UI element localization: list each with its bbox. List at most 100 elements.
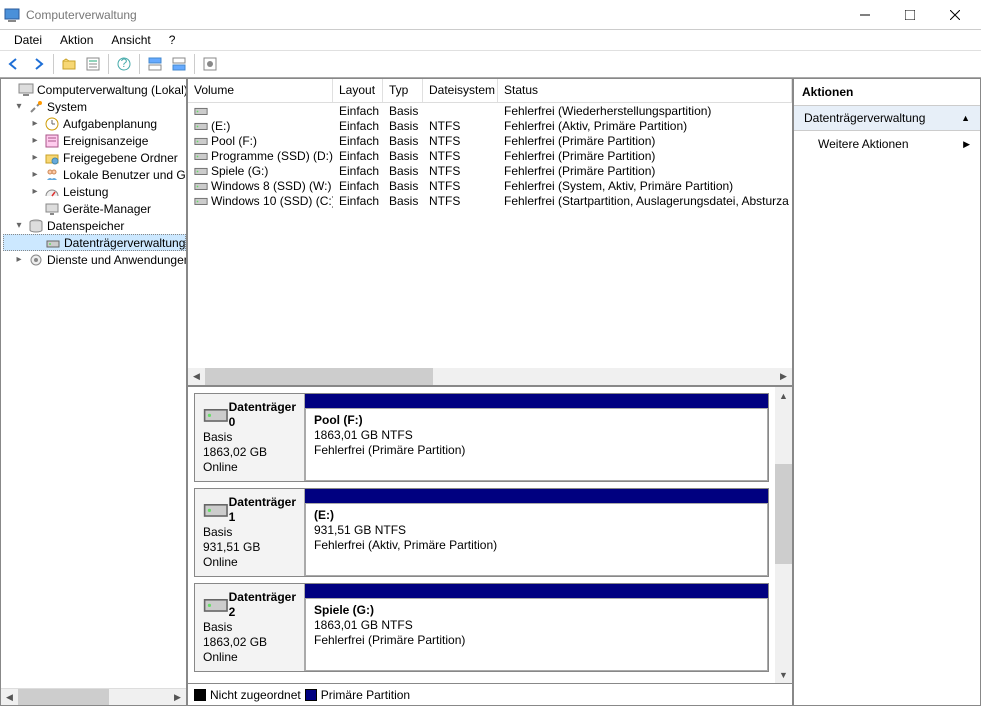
actions-header: Aktionen — [794, 79, 980, 106]
disk-info: Datenträger 0Basis1863,02 GBOnline — [195, 394, 305, 481]
tree-root[interactable]: Computerverwaltung (Lokal) — [3, 81, 186, 98]
partition-block[interactable]: Spiele (G:)1863,01 GB NTFSFehlerfrei (Pr… — [305, 584, 768, 671]
tree-datenspeicher[interactable]: ▾ Datenspeicher — [3, 217, 186, 234]
collapse-icon[interactable]: ▾ — [13, 220, 25, 232]
status-cell: Fehlerfrei (System, Aktiv, Primäre Parti… — [498, 179, 792, 193]
menu-ansicht[interactable]: Ansicht — [103, 31, 158, 49]
disk-info: Datenträger 1Basis931,51 GBOnline — [195, 489, 305, 576]
scroll-right-icon[interactable]: ▶ — [775, 368, 792, 385]
settings-button[interactable] — [198, 52, 222, 76]
center-panel: Volume Layout Typ Dateisystem Status Ein… — [187, 78, 793, 706]
tree-aufgabenplanung[interactable]: ▸ Aufgabenplanung — [3, 115, 186, 132]
partition-block[interactable]: Pool (F:)1863,01 GB NTFSFehlerfrei (Prim… — [305, 394, 768, 481]
col-layout[interactable]: Layout — [333, 79, 383, 102]
users-icon — [44, 167, 60, 183]
diskmap-vertical-scrollbar[interactable]: ▲ ▼ — [775, 387, 792, 683]
actions-more[interactable]: Weitere Aktionen ▶ — [794, 131, 980, 157]
disk-block[interactable]: Datenträger 2Basis1863,02 GBOnlineSpiele… — [194, 583, 769, 672]
properties-button[interactable] — [81, 52, 105, 76]
disk-map[interactable]: Datenträger 0Basis1863,02 GBOnlinePool (… — [188, 387, 775, 683]
col-status[interactable]: Status — [498, 79, 792, 102]
forward-button[interactable] — [26, 52, 50, 76]
tree-geraete[interactable]: Geräte-Manager — [3, 200, 186, 217]
collapse-icon[interactable]: ▲ — [961, 113, 970, 123]
scroll-thumb[interactable] — [205, 368, 433, 385]
volume-row[interactable]: Windows 8 (SSD) (W:)EinfachBasisNTFSFehl… — [188, 178, 792, 193]
disk-block[interactable]: Datenträger 1Basis931,51 GBOnline (E:)93… — [194, 488, 769, 577]
close-button[interactable] — [932, 0, 977, 30]
tree-dienste[interactable]: ▸ Dienste und Anwendungen — [3, 251, 186, 268]
scroll-thumb[interactable] — [775, 464, 792, 564]
expand-icon[interactable]: ▸ — [29, 186, 41, 198]
col-fs[interactable]: Dateisystem — [423, 79, 498, 102]
col-typ[interactable]: Typ — [383, 79, 423, 102]
expand-icon[interactable]: ▸ — [13, 254, 25, 266]
partition-header — [305, 394, 768, 408]
actions-section[interactable]: Datenträgerverwaltung ▲ — [794, 106, 980, 131]
partition-block[interactable]: (E:)931,51 GB NTFSFehlerfrei (Aktiv, Pri… — [305, 489, 768, 576]
tree-datentraegerverwaltung[interactable]: Datenträgerverwaltung — [3, 234, 186, 251]
submenu-icon: ▶ — [963, 139, 970, 150]
tree-ereignisanzeige[interactable]: ▸ Ereignisanzeige — [3, 132, 186, 149]
volume-row[interactable]: Programme (SSD) (D:)EinfachBasisNTFSFehl… — [188, 148, 792, 163]
minimize-button[interactable] — [842, 0, 887, 30]
layout-cell: Einfach — [333, 119, 383, 133]
volume-horizontal-scrollbar[interactable]: ◀ ▶ — [188, 368, 792, 385]
tree-leistung[interactable]: ▸ Leistung — [3, 183, 186, 200]
status-cell: Fehlerfrei (Startpartition, Auslagerungs… — [498, 194, 792, 208]
volume-row[interactable]: Pool (F:)EinfachBasisNTFSFehlerfrei (Pri… — [188, 133, 792, 148]
services-icon — [28, 252, 44, 268]
status-cell: Fehlerfrei (Wiederherstellungspartition) — [498, 104, 792, 118]
expand-icon[interactable]: ▸ — [29, 118, 41, 130]
col-volume[interactable]: Volume — [188, 79, 333, 102]
scroll-down-icon[interactable]: ▼ — [775, 666, 792, 683]
volume-row[interactable]: Spiele (G:)EinfachBasisNTFSFehlerfrei (P… — [188, 163, 792, 178]
volume-cell: Spiele (G:) — [188, 164, 333, 178]
partition-header — [305, 489, 768, 503]
tree-lokale-benutzer[interactable]: ▸ Lokale Benutzer und Gruppen — [3, 166, 186, 183]
folder-up-button[interactable] — [57, 52, 81, 76]
menu-datei[interactable]: Datei — [6, 31, 50, 49]
menu-help[interactable]: ? — [161, 31, 184, 49]
partition-body: (E:)931,51 GB NTFSFehlerfrei (Aktiv, Pri… — [305, 503, 768, 576]
tree-system[interactable]: ▾ System — [3, 98, 186, 115]
expand-icon[interactable]: ▸ — [29, 152, 41, 164]
view-top-button[interactable] — [143, 52, 167, 76]
volume-row[interactable]: EinfachBasisFehlerfrei (Wiederherstellun… — [188, 103, 792, 118]
title-bar: Computerverwaltung — [0, 0, 981, 30]
volume-list[interactable]: EinfachBasisFehlerfrei (Wiederherstellun… — [188, 103, 792, 368]
menu-bar: Datei Aktion Ansicht ? — [0, 30, 981, 50]
computer-icon — [18, 82, 34, 98]
expand-icon[interactable]: ▸ — [29, 169, 41, 181]
status-cell: Fehlerfrei (Primäre Partition) — [498, 134, 792, 148]
status-cell: Fehlerfrei (Primäre Partition) — [498, 164, 792, 178]
disk-block[interactable]: Datenträger 0Basis1863,02 GBOnlinePool (… — [194, 393, 769, 482]
status-cell: Fehlerfrei (Primäre Partition) — [498, 149, 792, 163]
navigation-tree[interactable]: Computerverwaltung (Lokal) ▾ System ▸ Au… — [1, 79, 186, 688]
collapse-icon[interactable]: ▾ — [13, 101, 25, 113]
fs-cell: NTFS — [423, 194, 498, 208]
maximize-button[interactable] — [887, 0, 932, 30]
expand-icon[interactable]: ▸ — [29, 135, 41, 147]
device-icon — [44, 201, 60, 217]
typ-cell: Basis — [383, 134, 423, 148]
layout-cell: Einfach — [333, 179, 383, 193]
app-icon — [4, 7, 20, 23]
scroll-thumb[interactable] — [18, 689, 109, 706]
volume-row[interactable]: (E:)EinfachBasisNTFSFehlerfrei (Aktiv, P… — [188, 118, 792, 133]
volume-row[interactable]: Windows 10 (SSD) (C:)EinfachBasisNTFSFeh… — [188, 193, 792, 208]
back-button[interactable] — [2, 52, 26, 76]
help-button[interactable]: ? — [112, 52, 136, 76]
layout-cell: Einfach — [333, 164, 383, 178]
disk-mgmt-icon — [45, 235, 61, 251]
tree-freigegebene[interactable]: ▸ Freigegebene Ordner — [3, 149, 186, 166]
scroll-left-icon[interactable]: ◀ — [188, 368, 205, 385]
scroll-right-icon[interactable]: ▶ — [169, 689, 186, 706]
layout-cell: Einfach — [333, 194, 383, 208]
disk-info: Datenträger 2Basis1863,02 GBOnline — [195, 584, 305, 671]
scroll-left-icon[interactable]: ◀ — [1, 689, 18, 706]
view-bottom-button[interactable] — [167, 52, 191, 76]
menu-aktion[interactable]: Aktion — [52, 31, 101, 49]
tree-horizontal-scrollbar[interactable]: ◀ ▶ — [1, 688, 186, 705]
scroll-up-icon[interactable]: ▲ — [775, 387, 792, 404]
